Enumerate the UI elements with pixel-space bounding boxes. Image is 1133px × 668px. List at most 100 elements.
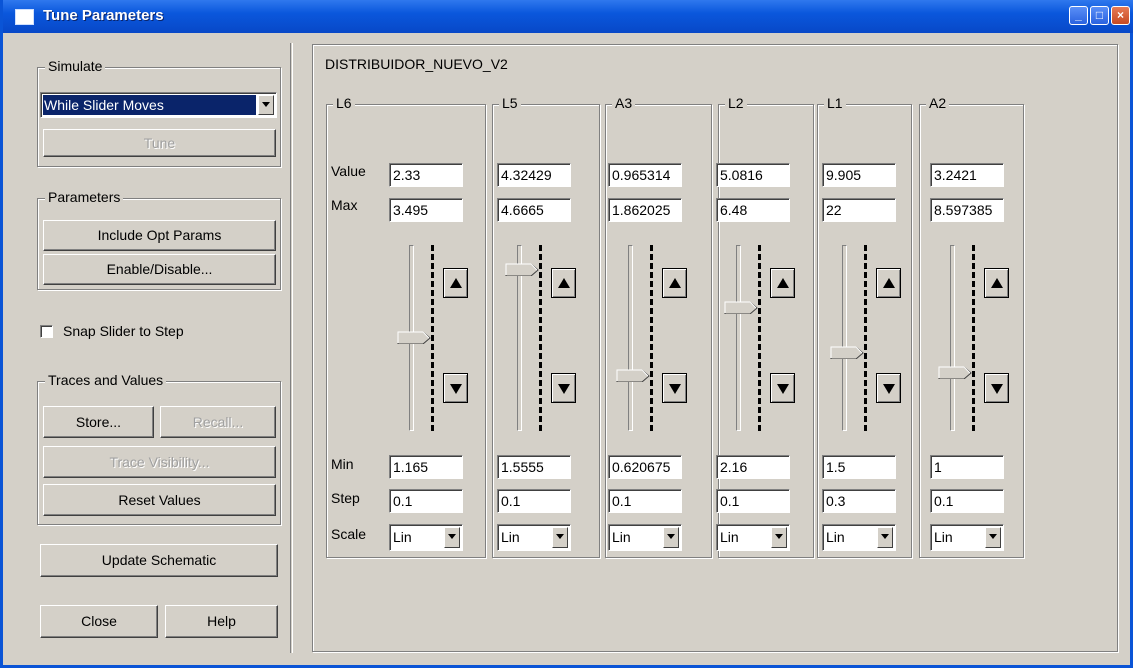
min-input[interactable]: 0.620675 bbox=[608, 455, 682, 479]
decrement-button[interactable] bbox=[551, 373, 576, 403]
chevron-down-icon[interactable] bbox=[771, 527, 787, 548]
value-input[interactable]: 4.32429 bbox=[497, 163, 571, 187]
chevron-down-icon[interactable] bbox=[663, 527, 679, 548]
value-input[interactable]: 2.33 bbox=[389, 163, 463, 187]
update-schematic-button[interactable]: Update Schematic bbox=[40, 544, 278, 577]
decrement-button[interactable] bbox=[443, 373, 468, 403]
tune-button[interactable]: Tune bbox=[43, 129, 276, 157]
max-input[interactable]: 8.597385 bbox=[930, 198, 1004, 222]
slider-ticks bbox=[864, 245, 867, 431]
snap-slider-checkbox[interactable] bbox=[40, 325, 53, 338]
min-input[interactable]: 1.5555 bbox=[497, 455, 571, 479]
arrow-down-icon bbox=[669, 384, 681, 394]
panel-separator bbox=[290, 43, 293, 653]
recall-button[interactable]: Recall... bbox=[160, 406, 276, 438]
scale-select[interactable]: Lin bbox=[930, 524, 1004, 551]
slider-thumb[interactable] bbox=[505, 263, 539, 276]
chevron-down-icon[interactable] bbox=[444, 527, 460, 548]
step-input[interactable]: 0.1 bbox=[497, 489, 571, 513]
step-input[interactable]: 0.1 bbox=[716, 489, 790, 513]
decrement-button[interactable] bbox=[662, 373, 687, 403]
increment-button[interactable] bbox=[876, 268, 901, 298]
min-input[interactable]: 1 bbox=[930, 455, 1004, 479]
param-name: L5 bbox=[499, 95, 521, 111]
arrow-down-icon bbox=[558, 384, 570, 394]
slider-track[interactable] bbox=[736, 245, 741, 431]
chevron-down-icon[interactable] bbox=[985, 527, 1001, 548]
decrement-button[interactable] bbox=[770, 373, 795, 403]
param-name: L1 bbox=[824, 95, 846, 111]
param-name: L6 bbox=[333, 95, 355, 111]
slider-thumb[interactable] bbox=[616, 369, 650, 383]
chevron-down-icon[interactable] bbox=[552, 527, 568, 548]
scale-select[interactable]: Lin bbox=[716, 524, 790, 551]
max-input[interactable]: 22 bbox=[822, 198, 896, 222]
arrow-up-icon bbox=[558, 278, 570, 288]
step-input[interactable]: 0.1 bbox=[389, 489, 463, 513]
snap-slider-label: Snap Slider to Step bbox=[63, 323, 184, 339]
increment-button[interactable] bbox=[662, 268, 687, 298]
increment-button[interactable] bbox=[551, 268, 576, 298]
min-input[interactable]: 1.165 bbox=[389, 455, 463, 479]
arrow-down-icon bbox=[450, 384, 462, 394]
enable-disable-button[interactable]: Enable/Disable... bbox=[43, 254, 276, 285]
value-input[interactable]: 9.905 bbox=[822, 163, 896, 187]
minimize-button[interactable]: _ bbox=[1069, 6, 1088, 25]
scale-value: Lin bbox=[826, 529, 845, 545]
value-input[interactable]: 5.0816 bbox=[716, 163, 790, 187]
increment-button[interactable] bbox=[770, 268, 795, 298]
min-input[interactable]: 1.5 bbox=[822, 455, 896, 479]
decrement-button[interactable] bbox=[876, 373, 901, 403]
chevron-down-icon[interactable] bbox=[258, 95, 274, 115]
simulate-mode-select[interactable]: While Slider Moves bbox=[40, 92, 277, 118]
increment-button[interactable] bbox=[984, 268, 1009, 298]
slider-track[interactable] bbox=[842, 245, 847, 431]
include-opt-params-button[interactable]: Include Opt Params bbox=[43, 220, 276, 251]
scale-value: Lin bbox=[934, 529, 953, 545]
scale-select[interactable]: Lin bbox=[608, 524, 682, 551]
value-input[interactable]: 3.2421 bbox=[930, 163, 1004, 187]
max-input[interactable]: 4.6665 bbox=[497, 198, 571, 222]
maximize-button[interactable]: □ bbox=[1090, 6, 1109, 25]
scale-value: Lin bbox=[393, 529, 412, 545]
arrow-up-icon bbox=[669, 278, 681, 288]
slider-ticks bbox=[650, 245, 653, 431]
step-input[interactable]: 0.1 bbox=[930, 489, 1004, 513]
trace-visibility-button[interactable]: Trace Visibility... bbox=[43, 446, 276, 478]
value-input[interactable]: 0.965314 bbox=[608, 163, 682, 187]
scale-select[interactable]: Lin bbox=[497, 524, 571, 551]
slider-ticks bbox=[758, 245, 761, 431]
max-input[interactable]: 1.862025 bbox=[608, 198, 682, 222]
panel-title: DISTRIBUIDOR_NUEVO_V2 bbox=[325, 56, 508, 72]
step-input[interactable]: 0.3 bbox=[822, 489, 896, 513]
min-input[interactable]: 2.16 bbox=[716, 455, 790, 479]
store-button[interactable]: Store... bbox=[43, 406, 154, 438]
chevron-down-icon[interactable] bbox=[877, 527, 893, 548]
arrow-up-icon bbox=[450, 278, 462, 288]
slider-thumb[interactable] bbox=[724, 301, 758, 314]
max-input[interactable]: 3.495 bbox=[389, 198, 463, 222]
reset-values-button[interactable]: Reset Values bbox=[43, 484, 276, 516]
slider-thumb[interactable] bbox=[397, 331, 431, 344]
increment-button[interactable] bbox=[443, 268, 468, 298]
help-button[interactable]: Help bbox=[165, 605, 278, 638]
scale-select[interactable]: Lin bbox=[389, 524, 463, 551]
simulate-mode-value: While Slider Moves bbox=[44, 97, 164, 113]
slider-track[interactable] bbox=[628, 245, 633, 431]
step-input[interactable]: 0.1 bbox=[608, 489, 682, 513]
slider-thumb[interactable] bbox=[938, 366, 972, 380]
arrow-up-icon bbox=[883, 278, 895, 288]
arrow-down-icon bbox=[777, 384, 789, 394]
close-button[interactable]: Close bbox=[40, 605, 158, 638]
traces-values-group-label: Traces and Values bbox=[45, 372, 167, 388]
tune-parameters-window: Tune Parameters _ □ × Simulate While Sli… bbox=[0, 0, 1133, 668]
arrow-up-icon bbox=[991, 278, 1003, 288]
max-input[interactable]: 6.48 bbox=[716, 198, 790, 222]
window-icon bbox=[15, 9, 34, 25]
close-window-button[interactable]: × bbox=[1111, 6, 1130, 25]
slider-track[interactable] bbox=[950, 245, 955, 431]
param-name: L2 bbox=[725, 95, 747, 111]
decrement-button[interactable] bbox=[984, 373, 1009, 403]
slider-thumb[interactable] bbox=[830, 346, 864, 360]
scale-select[interactable]: Lin bbox=[822, 524, 896, 551]
